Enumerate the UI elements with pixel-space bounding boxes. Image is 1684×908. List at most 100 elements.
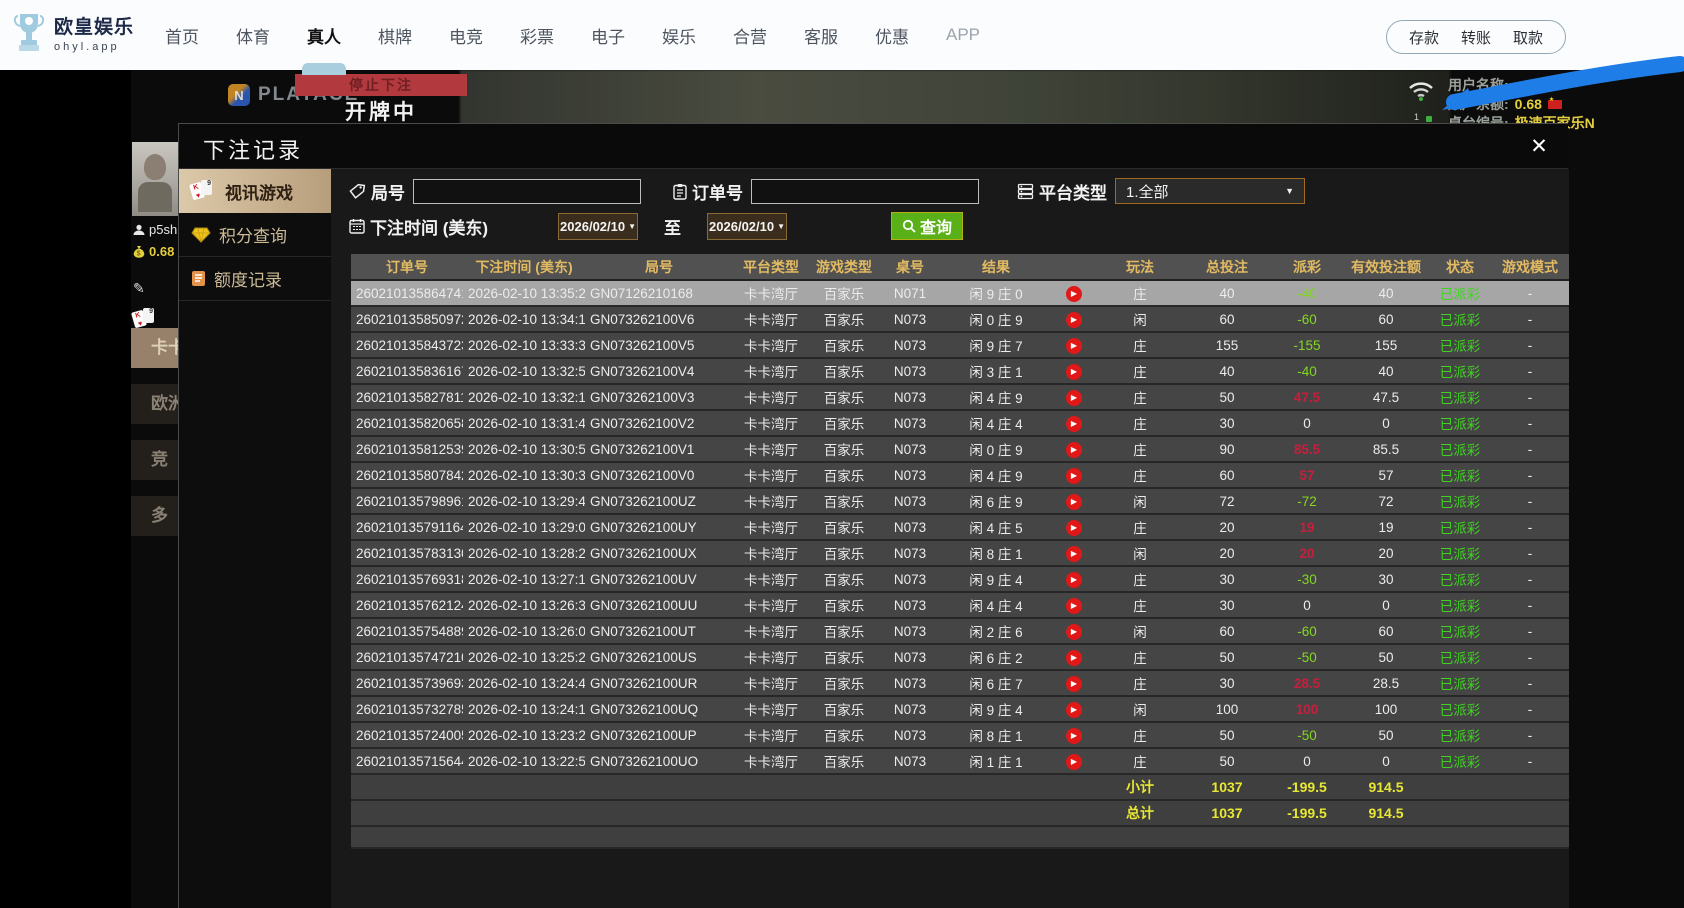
nav-item-APP[interactable]: APP: [944, 19, 982, 51]
table-row[interactable]: 2602101358125392026-02-10 13:30:59GN0732…: [351, 437, 1569, 463]
nav-item-真人[interactable]: 真人: [305, 17, 343, 54]
order-no-input[interactable]: [751, 179, 979, 204]
tag-icon: [349, 183, 366, 200]
cell-bet-time: 2026-02-10 13:25:26: [463, 650, 585, 665]
play-icon[interactable]: ▶: [1066, 494, 1082, 510]
cell-game-mode: -: [1491, 338, 1569, 353]
table-row[interactable]: 2602101357693182026-02-10 13:27:17GN0732…: [351, 567, 1569, 593]
tab-points-query[interactable]: 积分查询: [179, 213, 331, 257]
play-icon[interactable]: ▶: [1066, 416, 1082, 432]
hall-item[interactable]: 卡卡: [131, 328, 178, 368]
nav-item-彩票[interactable]: 彩票: [518, 17, 556, 54]
nav-item-客服[interactable]: 客服: [802, 17, 840, 54]
wallet-button-转账[interactable]: 转账: [1461, 27, 1491, 48]
close-icon[interactable]: ✕: [1526, 134, 1552, 160]
wallet-button-取款[interactable]: 取款: [1513, 27, 1543, 48]
table-row[interactable]: 2602101358361672026-02-10 13:32:58GN0732…: [351, 359, 1569, 385]
cell-table-no: N073: [879, 650, 941, 665]
table-row[interactable]: 2602101357327852026-02-10 13:24:13GN0732…: [351, 697, 1569, 723]
table-row[interactable]: 2602101358437232026-02-10 13:33:37GN0732…: [351, 333, 1569, 359]
nav-item-电竞[interactable]: 电竞: [447, 17, 485, 54]
player-name: p5sh: [149, 222, 177, 237]
play-icon[interactable]: ▶: [1066, 390, 1082, 406]
cell-game-mode: -: [1491, 676, 1569, 691]
date-from-value: 2026/02/10: [560, 219, 625, 234]
play-icon[interactable]: ▶: [1066, 572, 1082, 588]
table-row[interactable]: 2602101357831302026-02-10 13:28:26GN0732…: [351, 541, 1569, 567]
date-to-select[interactable]: 2026/02/10 ▼: [707, 213, 787, 240]
search-button[interactable]: 查询: [891, 212, 963, 240]
table-row[interactable]: 2602101358647412026-02-10 13:35:23GN0712…: [351, 281, 1569, 307]
table-row[interactable]: 2602101358078422026-02-10 13:30:33GN0732…: [351, 463, 1569, 489]
cell-payout: 57: [1271, 468, 1343, 483]
cell-payout: 20: [1271, 546, 1343, 561]
column-header: 局号: [585, 257, 733, 277]
cell-bet-time: 2026-02-10 13:26:38: [463, 598, 585, 613]
cell-platform: 卡卡湾厅: [733, 387, 809, 407]
edit-icon[interactable]: ✎: [133, 280, 145, 297]
play-icon[interactable]: ▶: [1066, 364, 1082, 380]
nav-item-电子[interactable]: 电子: [589, 17, 627, 54]
nav-item-优惠[interactable]: 优惠: [873, 17, 911, 54]
hall-item[interactable]: 竞: [131, 440, 178, 480]
column-header: 总投注: [1183, 257, 1271, 277]
cell-valid-bet: 85.5: [1343, 442, 1429, 457]
play-icon[interactable]: ▶: [1066, 598, 1082, 614]
table-row[interactable]: 2602101357621242026-02-10 13:26:38GN0732…: [351, 593, 1569, 619]
table-row[interactable]: 2602101357156442026-02-10 13:22:50GN0732…: [351, 749, 1569, 775]
hall-item[interactable]: 欧洲: [131, 384, 178, 424]
tab-quota-records[interactable]: 额度记录: [179, 257, 331, 301]
cell-payout: -60: [1271, 312, 1343, 327]
play-icon[interactable]: ▶: [1066, 442, 1082, 458]
play-icon[interactable]: ▶: [1066, 338, 1082, 354]
cell-game-type: 百家乐: [809, 751, 879, 771]
cell-payout: 47.5: [1271, 390, 1343, 405]
cell-total-bet: 60: [1183, 312, 1271, 327]
platform-type-select[interactable]: 1.全部 ▼: [1115, 178, 1305, 204]
tab-video-games[interactable]: K♥9 视讯游戏: [179, 169, 344, 213]
hall-item[interactable]: 多: [131, 496, 178, 536]
play-icon[interactable]: ▶: [1066, 728, 1082, 744]
cell-status: 已派彩: [1429, 543, 1491, 563]
play-icon[interactable]: ▶: [1066, 624, 1082, 640]
cell-result: 闲 0 庄 9: [941, 439, 1051, 459]
cell-round-no: GN073262100US: [585, 650, 733, 665]
round-no-input[interactable]: [413, 179, 641, 204]
cell-round-no: GN073262100UZ: [585, 494, 733, 509]
table-row[interactable]: 2602101358206582026-02-10 13:31:42GN0732…: [351, 411, 1569, 437]
play-icon[interactable]: ▶: [1066, 702, 1082, 718]
play-icon[interactable]: ▶: [1066, 546, 1082, 562]
play-icon[interactable]: ▶: [1066, 286, 1082, 302]
play-icon[interactable]: ▶: [1066, 468, 1082, 484]
cell-platform: 卡卡湾厅: [733, 673, 809, 693]
user-icon: [133, 224, 145, 236]
nav-item-体育[interactable]: 体育: [234, 17, 272, 54]
table-row[interactable]: 2602101357240052026-02-10 13:23:29GN0732…: [351, 723, 1569, 749]
play-icon[interactable]: ▶: [1066, 520, 1082, 536]
cell-table-no: N073: [879, 676, 941, 691]
date-from-select[interactable]: 2026/02/10 ▼: [558, 213, 638, 240]
column-header: 桌号: [879, 257, 941, 277]
table-row[interactable]: 2602101357989612026-02-10 13:29:47GN0732…: [351, 489, 1569, 515]
table-row[interactable]: 2602101358278112026-02-10 13:32:17GN0732…: [351, 385, 1569, 411]
table-row[interactable]: 2602101357548892026-02-10 13:26:01GN0732…: [351, 619, 1569, 645]
play-icon[interactable]: ▶: [1066, 312, 1082, 328]
nav-item-棋牌[interactable]: 棋牌: [376, 17, 414, 54]
play-icon[interactable]: ▶: [1066, 754, 1082, 770]
table-row[interactable]: 2602101357396932026-02-10 13:24:47GN0732…: [351, 671, 1569, 697]
cell-table-no: N073: [879, 416, 941, 431]
top-nav: 欧皇娱乐 ohyl.app 首页体育真人棋牌电竞彩票电子娱乐合营客服优惠APP …: [0, 0, 1684, 70]
nav-item-合营[interactable]: 合营: [731, 17, 769, 54]
table-row[interactable]: 2602101357472102026-02-10 13:25:26GN0732…: [351, 645, 1569, 671]
table-row[interactable]: 2602101357911642026-02-10 13:29:06GN0732…: [351, 515, 1569, 541]
nav-item-首页[interactable]: 首页: [163, 17, 201, 54]
cell-round-no: GN073262100UR: [585, 676, 733, 691]
table-row[interactable]: 2602101358509722026-02-10 13:34:13GN0732…: [351, 307, 1569, 333]
nav-item-娱乐[interactable]: 娱乐: [660, 17, 698, 54]
cell-payout: 28.5: [1271, 676, 1343, 691]
wallet-button-存款[interactable]: 存款: [1409, 27, 1439, 48]
play-icon[interactable]: ▶: [1066, 650, 1082, 666]
brand-logo[interactable]: 欧皇娱乐 ohyl.app: [12, 10, 134, 54]
play-icon[interactable]: ▶: [1066, 676, 1082, 692]
cell-order-id: 260210135820658: [351, 416, 463, 431]
